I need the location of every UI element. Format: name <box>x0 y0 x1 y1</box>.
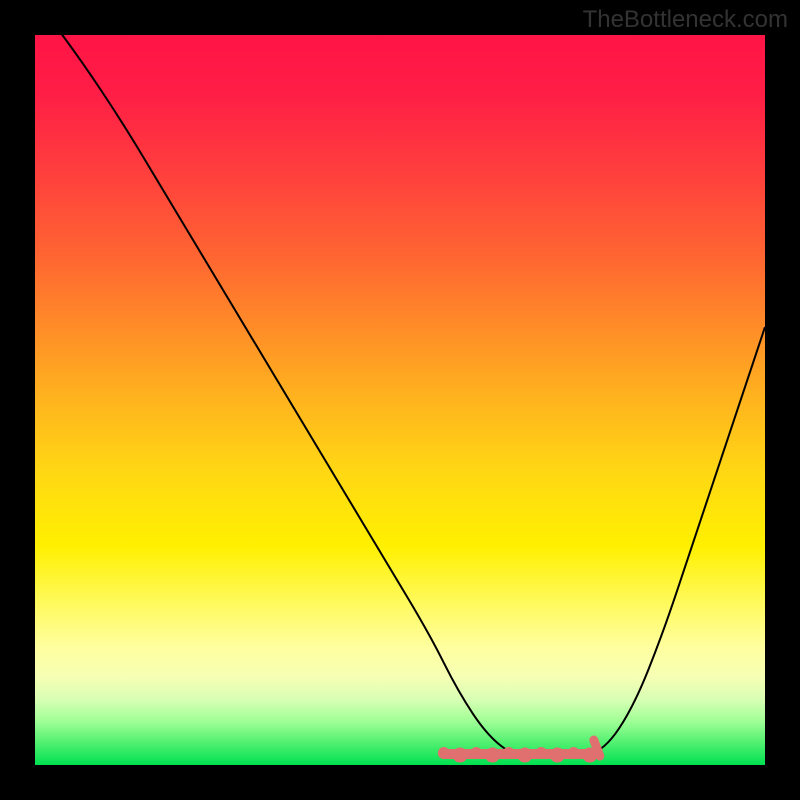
flat-region-blob <box>568 747 580 759</box>
flat-region-blob <box>535 747 547 759</box>
flat-region-blob <box>503 747 515 759</box>
chart-plot-area <box>35 35 765 765</box>
flat-region-blob <box>438 747 450 759</box>
flat-region-blob <box>517 748 532 763</box>
watermark-text: TheBottleneck.com <box>583 6 788 34</box>
flat-region-blob <box>550 748 565 763</box>
flat-region-marker <box>438 740 600 763</box>
bottleneck-curve-line <box>35 35 765 758</box>
flat-region-blob <box>470 747 482 759</box>
flat-region-end-tick <box>594 740 600 756</box>
flat-region-blob <box>453 748 468 763</box>
chart-overlay <box>35 35 765 765</box>
flat-region-blob <box>485 748 500 763</box>
